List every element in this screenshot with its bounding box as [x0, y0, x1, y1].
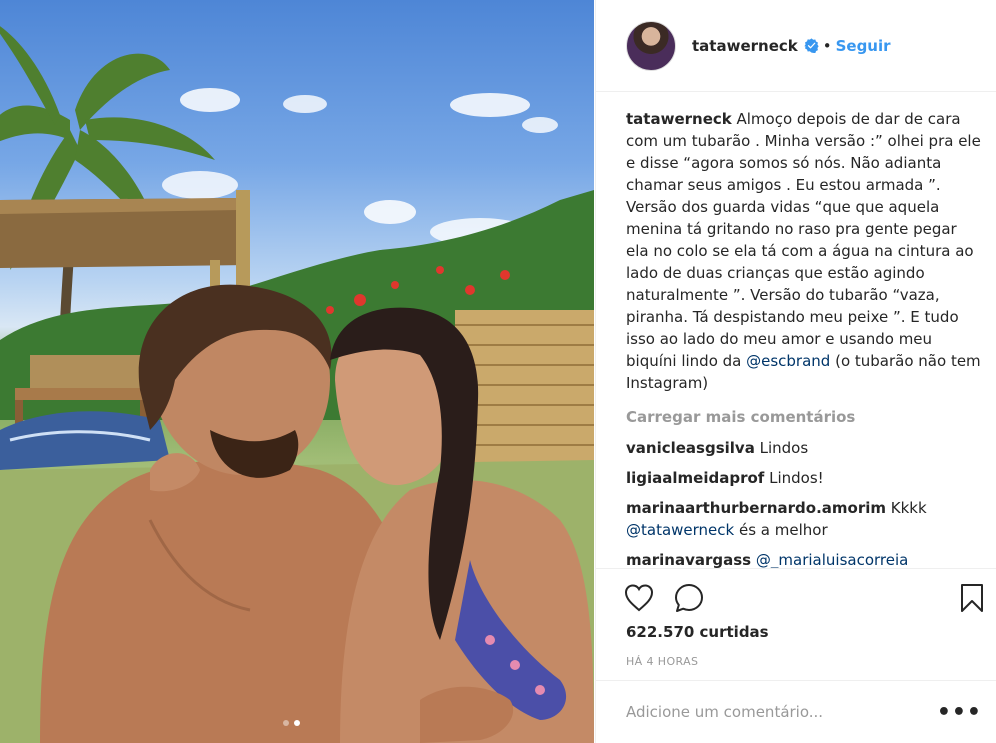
carousel-dot-active[interactable]: [294, 720, 300, 726]
header-username[interactable]: tatawerneck: [692, 37, 798, 55]
likes-count[interactable]: 622.570 curtidas: [626, 623, 769, 641]
post-photo[interactable]: [0, 0, 594, 743]
post-details-panel: tatawerneck • Seguir tatawerneck Almoço …: [595, 0, 996, 743]
comment-row: marinavargass @_marialuisacorreia: [626, 549, 984, 568]
comment-username[interactable]: vanicleasgsilva: [626, 439, 755, 457]
comment-text: Lindos!: [764, 469, 824, 487]
comment-username[interactable]: ligiaalmeidaprof: [626, 469, 764, 487]
comment-row: marinaarthurbernardo.amorim Kkkk @tatawe…: [626, 497, 984, 541]
photo-illustration: [0, 26, 594, 743]
comments-list[interactable]: tatawerneck Almoço depois de dar de cara…: [626, 108, 984, 568]
load-more-comments-button[interactable]: Carregar mais comentários: [626, 406, 984, 428]
comment-text: Kkkk: [886, 499, 927, 517]
comment-text-end: és a melhor: [734, 521, 828, 539]
post-timestamp[interactable]: HÁ 4 HORAS: [626, 655, 698, 668]
comment-row: ligiaalmeidaprof Lindos!: [626, 467, 984, 489]
comment-icon[interactable]: [672, 581, 706, 615]
comment-username[interactable]: marinaarthurbernardo.amorim: [626, 499, 886, 517]
more-options-icon[interactable]: •••: [937, 700, 982, 725]
post-header: tatawerneck • Seguir: [596, 0, 996, 92]
add-comment-bar: •••: [596, 680, 996, 743]
verified-badge-icon: [804, 38, 819, 53]
heart-icon[interactable]: [622, 581, 656, 615]
add-comment-input[interactable]: [626, 703, 937, 721]
caption-username[interactable]: tatawerneck: [626, 110, 732, 128]
comment-text: Lindos: [754, 439, 809, 457]
follow-button[interactable]: Seguir: [836, 37, 891, 55]
avatar[interactable]: [626, 20, 676, 71]
post-caption: tatawerneck Almoço depois de dar de cara…: [626, 108, 984, 394]
comment-username[interactable]: marinavargass: [626, 551, 751, 568]
carousel-dot[interactable]: [283, 720, 289, 726]
header-separator: •: [822, 36, 832, 55]
caption-text: Almoço depois de dar de cara com um tuba…: [626, 110, 981, 370]
caption-mention[interactable]: @escbrand: [746, 352, 830, 370]
carousel-indicator: [283, 720, 300, 726]
action-bar: [596, 568, 996, 626]
comment-row: vanicleasgsilva Lindos: [626, 437, 984, 459]
comment-mention[interactable]: @_marialuisacorreia: [756, 551, 908, 568]
comment-mention[interactable]: @tatawerneck: [626, 521, 734, 539]
bookmark-icon[interactable]: [955, 581, 989, 615]
